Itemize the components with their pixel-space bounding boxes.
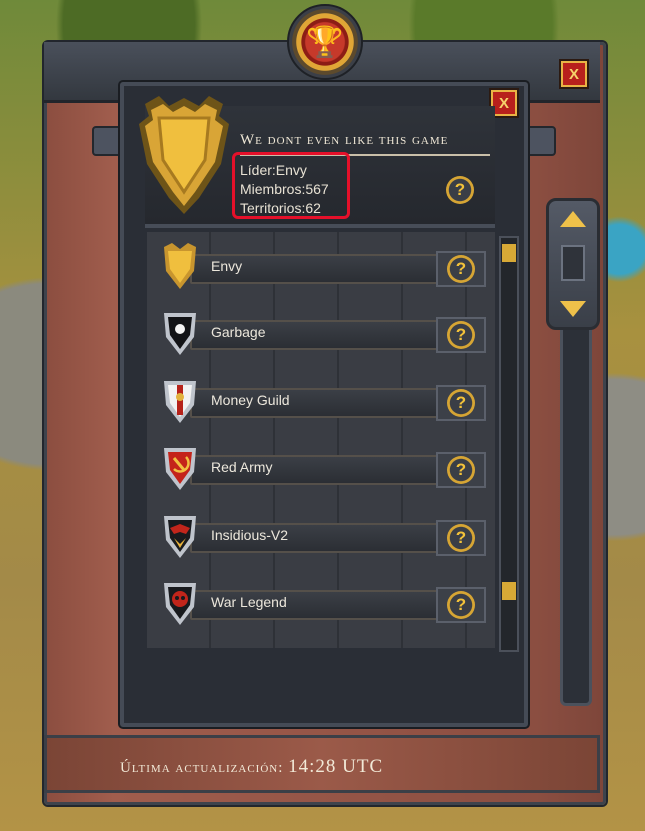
guild-shield-icon [139, 96, 229, 214]
guild-row-name: Garbage [211, 324, 266, 340]
row-help-button[interactable]: ? [436, 251, 486, 287]
last-update-label: Última actualización: [120, 760, 284, 776]
question-icon: ? [447, 591, 475, 619]
guild-list-scrollbar[interactable] [499, 236, 519, 652]
black-star-shield-icon [164, 313, 196, 355]
row-help-button[interactable]: ? [436, 587, 486, 623]
guild-row-name: Red Army [211, 459, 273, 475]
row-help-button[interactable]: ? [436, 520, 486, 556]
list-item[interactable]: Money Guild ? [160, 379, 486, 423]
red-skull-shield-icon [164, 583, 196, 625]
question-icon: ? [454, 180, 466, 199]
row-help-button[interactable]: ? [436, 385, 486, 421]
white-fleur-shield-icon [164, 381, 196, 423]
list-item[interactable]: War Legend ? [160, 581, 486, 625]
question-icon: ? [447, 255, 475, 283]
arrow-down-icon[interactable] [560, 301, 586, 317]
guild-row-name: War Legend [211, 594, 287, 610]
list-item[interactable]: Envy ? [160, 243, 486, 289]
guild-name: We dont even like this game [240, 132, 449, 148]
outer-close-button[interactable]: X [561, 61, 587, 87]
bat-shield-icon [164, 516, 196, 558]
info-highlight-box [232, 152, 350, 219]
scroll-grip [561, 245, 585, 281]
last-update-time: 14:28 UTC [288, 756, 384, 777]
guild-help-button[interactable]: ? [446, 176, 474, 204]
scroll-up-button[interactable] [502, 244, 516, 262]
list-item[interactable]: Garbage ? [160, 311, 486, 355]
row-help-button[interactable]: ? [436, 452, 486, 488]
guild-row-name: Money Guild [211, 392, 290, 408]
outer-scroll-handle[interactable] [546, 198, 600, 330]
question-icon: ? [447, 321, 475, 349]
row-help-button[interactable]: ? [436, 317, 486, 353]
question-icon: ? [447, 524, 475, 552]
scroll-down-button[interactable] [502, 582, 516, 600]
trophy-crest-icon: 🏆 [287, 4, 363, 80]
guild-row-name: Envy [211, 258, 243, 274]
arrow-up-icon[interactable] [560, 211, 586, 227]
question-icon: ? [447, 389, 475, 417]
gold-shield-icon [164, 243, 196, 289]
list-item[interactable]: Insidious-V2 ? [160, 514, 486, 558]
guild-row-name: Insidious-V2 [211, 527, 289, 543]
close-icon: X [568, 65, 579, 83]
list-item[interactable]: Red Army ? [160, 446, 486, 490]
close-icon: X [498, 94, 509, 112]
hammer-sickle-shield-icon [164, 448, 196, 490]
question-icon: ? [447, 456, 475, 484]
last-update: Última actualización: 14:28 UTC [120, 756, 383, 778]
